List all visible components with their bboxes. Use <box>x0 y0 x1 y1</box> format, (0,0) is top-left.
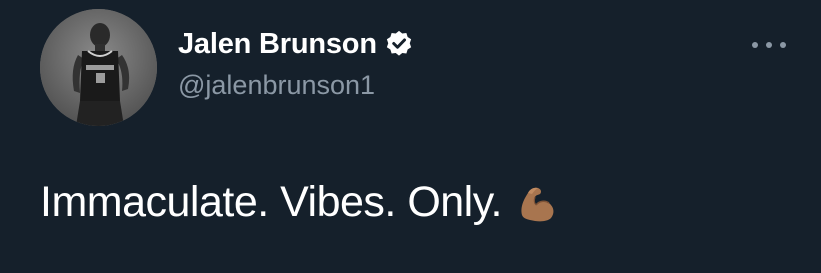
more-dot <box>766 42 772 48</box>
avatar-photo <box>40 9 157 126</box>
more-dot <box>780 42 786 48</box>
more-options-icon[interactable] <box>752 32 786 58</box>
tweet-card: Jalen Brunson @jalenbrunson1 Immaculate.… <box>0 0 821 273</box>
user-handle[interactable]: @jalenbrunson1 <box>178 70 375 101</box>
more-dot <box>752 42 758 48</box>
name-row: Jalen Brunson <box>178 24 414 64</box>
tweet-text: Immaculate. Vibes. Only. <box>40 178 560 227</box>
verified-badge-icon <box>384 29 414 59</box>
avatar[interactable] <box>40 9 157 126</box>
flexed-biceps-icon <box>516 181 560 225</box>
display-name[interactable]: Jalen Brunson <box>178 28 377 61</box>
tweet-text-content: Immaculate. Vibes. Only. <box>40 178 503 226</box>
